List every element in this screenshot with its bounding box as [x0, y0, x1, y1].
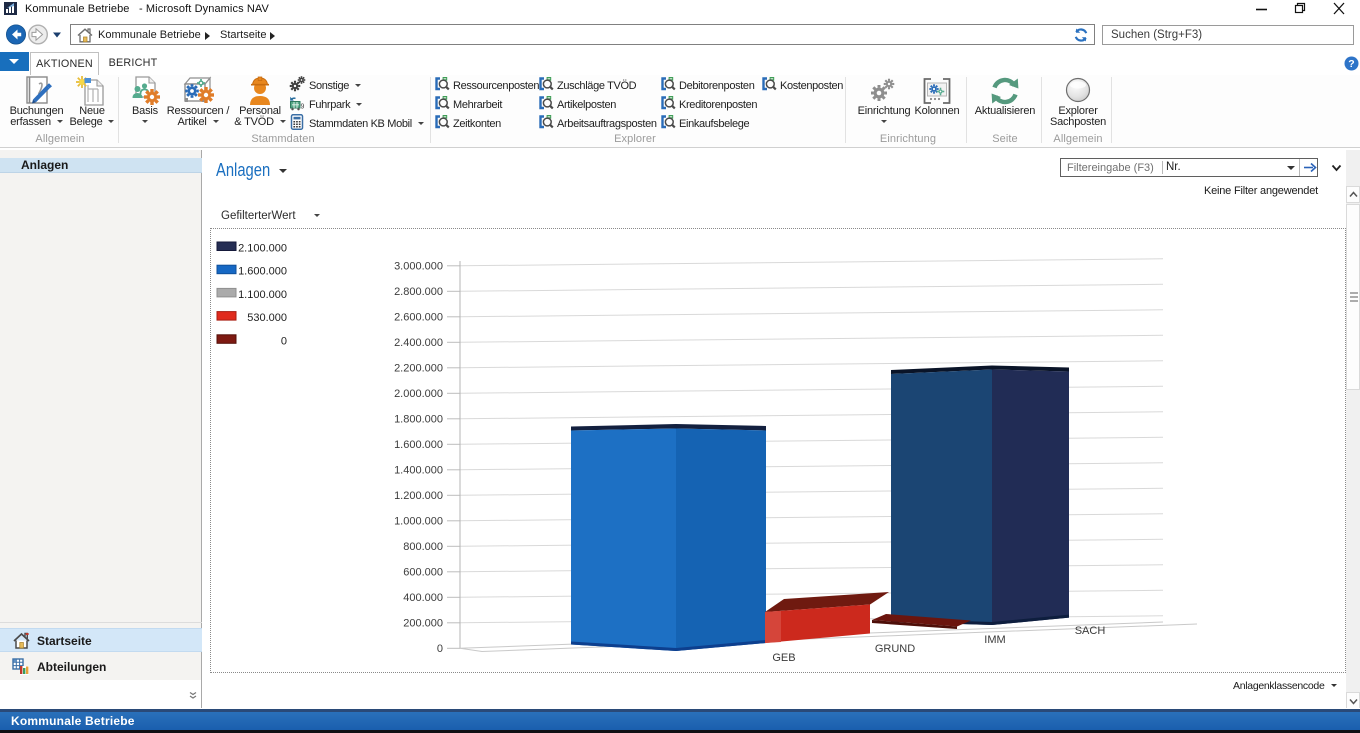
svg-text:0: 0: [437, 643, 443, 655]
svg-text:1.800.000: 1.800.000: [394, 414, 443, 426]
svg-text:1.600.000: 1.600.000: [238, 266, 287, 278]
svg-text:2.600.000: 2.600.000: [394, 312, 443, 324]
svg-text:1.200.000: 1.200.000: [394, 490, 443, 502]
svg-text:2.800.000: 2.800.000: [394, 286, 443, 298]
svg-text:GRUND: GRUND: [875, 643, 915, 655]
svg-text:3.000.000: 3.000.000: [394, 261, 443, 273]
svg-text:200.000: 200.000: [403, 618, 443, 630]
svg-text:1.000.000: 1.000.000: [394, 516, 443, 528]
svg-text:2.200.000: 2.200.000: [394, 363, 443, 375]
svg-text:400.000: 400.000: [403, 592, 443, 604]
svg-text:600.000: 600.000: [403, 567, 443, 579]
svg-text:1.600.000: 1.600.000: [394, 439, 443, 451]
svg-text:1.100.000: 1.100.000: [238, 289, 287, 301]
svg-text:1.400.000: 1.400.000: [394, 465, 443, 477]
svg-text:GEB: GEB: [772, 652, 795, 664]
svg-text:2.100.000: 2.100.000: [238, 243, 287, 255]
svg-text:800.000: 800.000: [403, 541, 443, 553]
svg-text:?: ?: [1348, 58, 1354, 70]
svg-text:IMM: IMM: [984, 634, 1005, 646]
svg-text:530.000: 530.000: [247, 312, 287, 324]
svg-text:0: 0: [281, 335, 287, 347]
svg-text:9: 9: [301, 104, 305, 111]
svg-text:2.400.000: 2.400.000: [394, 337, 443, 349]
svg-text:SACH: SACH: [1075, 625, 1106, 637]
svg-text:2.000.000: 2.000.000: [394, 388, 443, 400]
